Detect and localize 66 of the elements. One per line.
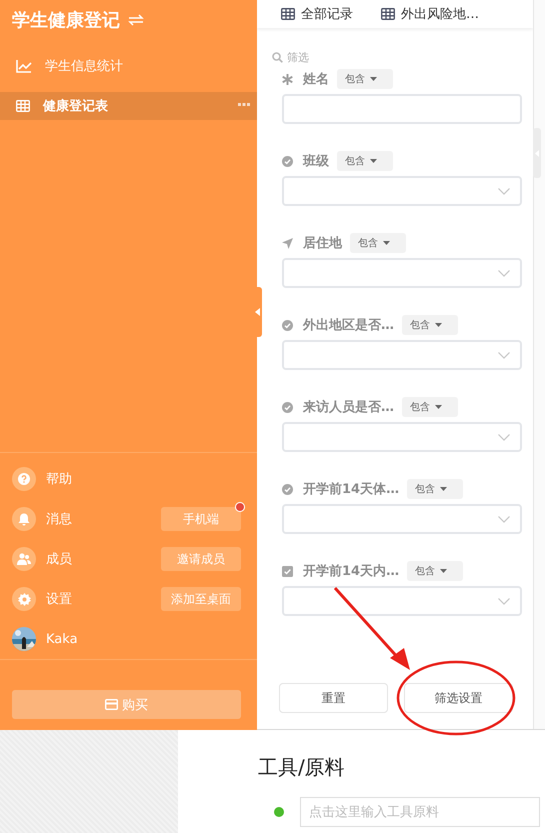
chevron-down-icon (498, 434, 510, 440)
caret-down-icon (370, 77, 377, 81)
chevron-down-icon (498, 598, 510, 604)
checkbox-icon (282, 566, 293, 576)
navigation-arrow-icon (282, 238, 293, 248)
field-label: 姓名 (303, 71, 329, 88)
select-field[interactable] (282, 176, 522, 206)
field-label: 班级 (303, 153, 329, 170)
input-field[interactable] (282, 94, 522, 124)
table-icon (16, 100, 30, 112)
check-circle-icon (282, 402, 293, 412)
card-icon (105, 699, 118, 710)
filter-title: 筛选 (287, 50, 309, 65)
select-field[interactable] (282, 422, 522, 452)
select-field[interactable] (282, 504, 522, 534)
section-heading: 工具/原料 (258, 754, 346, 781)
field-label: 开学前14天体… (303, 481, 400, 498)
operator-dropdown[interactable]: 包含 (407, 479, 464, 499)
swap-icon[interactable] (128, 14, 144, 26)
operator-dropdown[interactable]: 包含 (350, 233, 406, 253)
view-tab[interactable]: 全部记录 (281, 5, 353, 23)
caret-down-icon (440, 487, 448, 491)
sidebar-item[interactable]: 健康登记表 (0, 92, 257, 120)
bullet-dot (274, 807, 284, 817)
field-label: 来访人员是否… (303, 398, 394, 416)
operator-dropdown[interactable]: 包含 (402, 397, 458, 417)
bell-icon (18, 512, 30, 526)
operator-dropdown[interactable]: 包含 (407, 561, 464, 581)
asterisk-icon (282, 74, 293, 84)
operator-dropdown[interactable]: 包含 (337, 69, 393, 89)
help-icon (18, 473, 30, 485)
operator-dropdown[interactable]: 包含 (402, 315, 458, 335)
operator-dropdown[interactable]: 包含 (337, 151, 393, 171)
people-icon (17, 553, 31, 565)
field-label: 开学前14天内… (303, 563, 400, 580)
collapse-handle[interactable] (252, 287, 262, 337)
settings-icon (18, 592, 30, 606)
collapse-handle[interactable] (533, 128, 541, 178)
chevron-down-icon (498, 352, 510, 358)
panel-button[interactable]: 筛选设置 (404, 683, 513, 713)
caret-down-icon (440, 569, 448, 573)
view-tab[interactable]: 外出风险地… (381, 5, 479, 23)
table-icon (381, 8, 395, 20)
caret-down-icon (383, 241, 390, 245)
caret-down-icon (435, 405, 442, 409)
chevron-down-icon (498, 270, 510, 276)
caret-down-icon (435, 323, 442, 327)
app-title: 学生健康登记 (12, 9, 120, 32)
input-field[interactable]: 点击这里输入工具原料 (300, 797, 540, 827)
chevron-down-icon (498, 188, 510, 194)
select-field[interactable] (282, 258, 522, 288)
caret-left-icon (254, 308, 260, 316)
select-field[interactable] (282, 586, 522, 616)
line-chart-icon (16, 60, 32, 72)
panel-button[interactable]: 重置 (279, 683, 388, 713)
check-circle-icon (282, 320, 293, 330)
check-circle-icon (282, 156, 293, 166)
caret-down-icon (370, 159, 377, 163)
chevron-down-icon (498, 516, 510, 522)
table-icon (281, 8, 295, 20)
select-field[interactable] (282, 340, 522, 370)
field-label: 外出地区是否… (303, 317, 394, 334)
more-icon[interactable] (238, 103, 250, 106)
search-icon (272, 52, 283, 63)
field-label: 居住地 (303, 235, 342, 252)
check-circle-icon (282, 484, 293, 494)
